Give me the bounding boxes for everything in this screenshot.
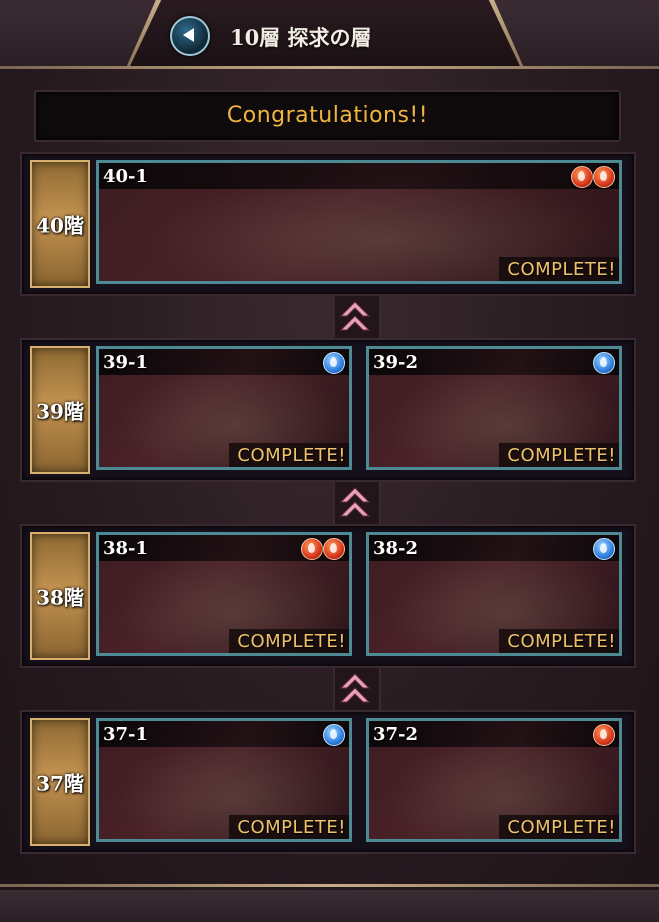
congratulations-banner: Congratulations!! [34,90,621,142]
stage-card-39-2[interactable]: 39-2 COMPLETE! [366,346,622,470]
floor-label: 40階 [30,160,90,288]
floor-label-text: 37階 [36,771,84,796]
header-divider [0,66,659,69]
complete-badge: COMPLETE! [499,629,619,653]
page-title: 10層 探求の層 [230,25,372,50]
complete-badge: COMPLETE! [499,443,619,467]
stage-name: 38-2 [373,538,419,559]
floor-connector [333,482,381,528]
fire-element-icon [593,166,615,188]
fire-element-icon [301,538,323,560]
stage-name: 39-2 [373,352,419,373]
stage-card-37-1[interactable]: 37-1 COMPLETE! [96,718,352,842]
complete-badge: COMPLETE! [499,257,619,281]
fire-element-icon [571,166,593,188]
stage-name: 38-1 [103,538,149,559]
floor-row-37: 37階 37-1 COMPLETE! 37-2 COMPLETE! [20,710,636,854]
stage-card-37-2[interactable]: 37-2 COMPLETE! [366,718,622,842]
stage-namebar [99,163,619,189]
chevron-up-icon [339,301,371,331]
water-element-icon [593,538,615,560]
water-element-icon [323,352,345,374]
floor-label: 37階 [30,718,90,846]
floor-label-text: 39階 [36,399,84,424]
floor-label-text: 38階 [36,585,84,610]
water-element-icon [593,352,615,374]
stage-card-38-2[interactable]: 38-2 COMPLETE! [366,532,622,656]
stage-name: 37-1 [103,724,149,745]
back-arrow-icon [183,28,194,42]
stage-card-40-1[interactable]: 40-1 COMPLETE! [96,160,622,284]
stage-name: 37-2 [373,724,419,745]
complete-badge: COMPLETE! [229,443,349,467]
complete-badge: COMPLETE! [499,815,619,839]
floor-row-38: 38階 38-1 COMPLETE! 38-2 COMPLETE! [20,524,636,668]
stage-card-38-1[interactable]: 38-1 COMPLETE! [96,532,352,656]
floor-row-40: 40階 40-1 COMPLETE! [20,152,636,296]
floor-label-text: 40階 [36,213,84,238]
complete-badge: COMPLETE! [229,629,349,653]
floor-connector [333,668,381,714]
floor-row-39: 39階 39-1 COMPLETE! 39-2 COMPLETE! [20,338,636,482]
stage-card-39-1[interactable]: 39-1 COMPLETE! [96,346,352,470]
chevron-up-icon [339,487,371,517]
fire-element-icon [323,538,345,560]
water-element-icon [323,724,345,746]
floor-label: 38階 [30,532,90,660]
complete-badge: COMPLETE! [229,815,349,839]
footer-band [0,890,659,922]
stage-name: 40-1 [103,166,149,187]
floor-label: 39階 [30,346,90,474]
back-button[interactable] [170,16,210,56]
chevron-up-icon [339,673,371,703]
floor-connector [333,296,381,342]
fire-element-icon [593,724,615,746]
footer-divider [0,884,659,887]
stage-name: 39-1 [103,352,149,373]
